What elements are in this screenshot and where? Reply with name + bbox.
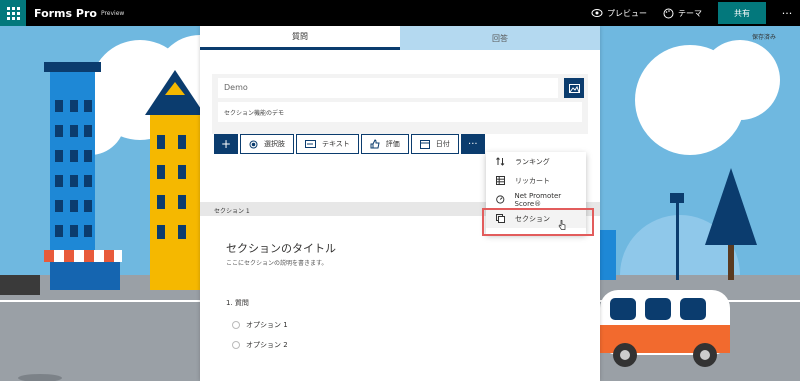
save-status: 保存済み [751,34,776,41]
radio-icon [249,140,258,148]
preview-button[interactable]: プレビュー [591,8,647,19]
form-description-input[interactable]: セクション機能のデモ [218,102,582,122]
tab-responses[interactable]: 回答 [400,26,600,50]
option-item[interactable]: オプション 2 [232,340,288,350]
share-button[interactable]: 共有 [718,2,766,24]
palette-icon [663,8,674,18]
option-item[interactable]: オプション 1 [232,320,288,330]
menu-item-label: ランキング [515,157,550,166]
menu-item-label: リッカート [515,176,550,185]
menu-item-ranking[interactable]: ランキング [486,152,586,171]
theme-button[interactable]: テーマ [663,8,702,19]
section-title[interactable]: セクションのタイトル [226,240,336,256]
tab-bar: 質問 回答 [200,26,600,50]
gauge-icon [496,195,505,204]
menu-item-label: Net Promoter Score® [514,191,562,208]
image-icon [568,83,580,93]
top-actions: プレビュー テーマ 共有 ··· [591,0,800,26]
text-icon [305,140,316,148]
highlight-box [482,208,594,236]
question-title[interactable]: 1. 質問 [226,298,249,308]
app-launcher-icon[interactable] [0,0,26,26]
section-description[interactable]: ここにセクションの説明を書きます。 [226,258,327,267]
top-bar: Forms Pro Preview プレビュー テーマ 共有 ··· [0,0,800,26]
option-label: オプション 2 [246,341,288,349]
insert-image-button[interactable] [564,78,584,98]
eye-icon [591,9,603,17]
text-button[interactable]: テキスト [296,134,359,154]
rating-label: 評価 [385,140,400,148]
more-options-icon[interactable]: ··· [774,7,800,20]
add-question-toolbar: + 選択肢 テキスト 評価 日付 ··· [214,134,485,154]
radio-icon [232,341,240,349]
text-label: テキスト [322,140,350,148]
date-button[interactable]: 日付 [410,134,459,154]
rating-button[interactable]: 評価 [360,134,409,154]
tab-questions[interactable]: 質問 [200,26,400,50]
menu-item-likert[interactable]: リッカート [486,171,586,190]
radio-icon [232,321,240,329]
calendar-icon [419,140,430,149]
menu-item-nps[interactable]: Net Promoter Score® [486,190,586,209]
app-title: Forms Pro [34,6,97,20]
form-header: Demo セクション機能のデモ [212,74,588,134]
grid-icon [496,176,505,185]
form-title-input[interactable]: Demo [218,78,558,98]
choice-button[interactable]: 選択肢 [240,134,294,154]
add-button[interactable]: + [214,134,238,154]
preview-label: プレビュー [607,8,647,18]
date-label: 日付 [435,140,450,148]
more-question-types-button[interactable]: ··· [460,134,485,154]
thumbs-up-icon [370,139,380,149]
sort-icon [496,157,505,166]
option-label: オプション 1 [246,321,288,329]
theme-label: テーマ [678,8,702,18]
choice-label: 選択肢 [264,140,285,148]
preview-badge: Preview [100,9,125,17]
